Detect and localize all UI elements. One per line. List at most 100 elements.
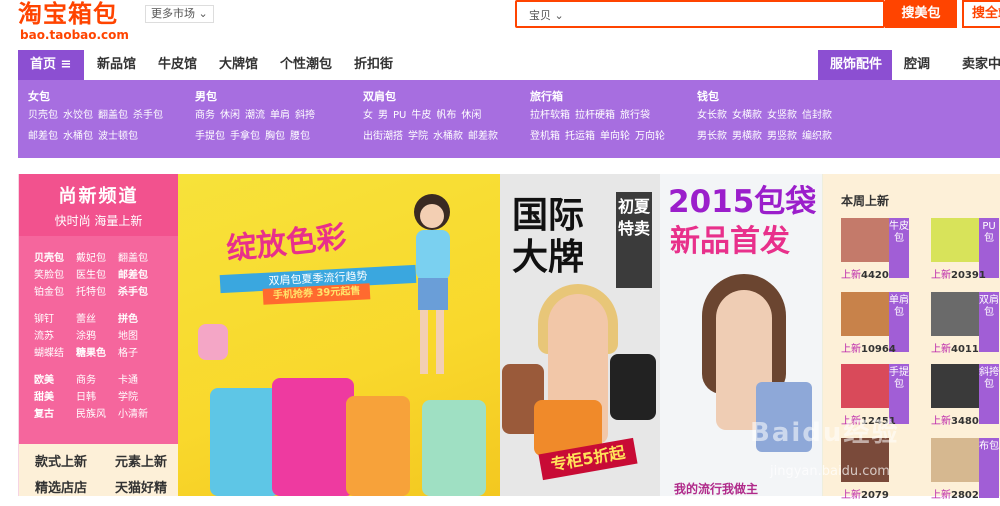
category-link[interactable]: 男 — [378, 110, 388, 121]
sidebar-tag[interactable]: 贝壳包 — [34, 250, 76, 267]
nav-apparel[interactable]: 服饰配件 — [818, 50, 892, 80]
product-image[interactable] — [931, 364, 979, 408]
category-link[interactable]: 帆布 — [436, 110, 456, 121]
banner-colors[interactable]: 绽放色彩 双肩包夏季流行趋势 手机抢券 39元起售 — [178, 174, 500, 496]
category-link[interactable]: 胸包 — [265, 131, 285, 142]
category-link[interactable]: 男横款 — [732, 131, 762, 142]
category-link[interactable]: 女 — [363, 110, 373, 121]
category-title[interactable]: 钱包 — [697, 88, 837, 106]
sidebar-tag[interactable]: 医生包 — [76, 267, 118, 284]
more-markets-dropdown[interactable]: 更多市场 ⌄ — [145, 5, 214, 23]
sidebar-tag[interactable]: 翻盖包 — [118, 250, 160, 267]
sidebar-tag[interactable]: 邮差包 — [118, 267, 160, 284]
category-link[interactable]: 水桶款 — [433, 131, 463, 142]
category-title[interactable]: 旅行箱 — [530, 88, 670, 106]
sidebar-tag[interactable]: 卡通 — [118, 372, 160, 389]
product-image[interactable] — [841, 292, 889, 336]
nav-item-new[interactable]: 新品馆 — [97, 50, 136, 80]
search-bags-button[interactable]: 搜美包 — [885, 0, 957, 28]
category-link[interactable]: 水桶包 — [63, 131, 93, 142]
search-input[interactable] — [577, 5, 877, 23]
nav-item-trendy[interactable]: 个性潮包 — [280, 50, 332, 80]
product-image[interactable] — [931, 438, 979, 482]
nav-item-brand[interactable]: 大牌馆 — [219, 50, 258, 80]
product-image[interactable] — [841, 364, 889, 408]
sidebar-tag[interactable]: 糖果色 — [76, 345, 118, 362]
category-title[interactable]: 双肩包 — [363, 88, 503, 106]
sidebar-tag[interactable]: 小清新 — [118, 406, 160, 423]
nav-item-leather[interactable]: 牛皮馆 — [158, 50, 197, 80]
category-link[interactable]: 信封款 — [802, 110, 832, 121]
sidebar-tag[interactable]: 铂金包 — [34, 284, 76, 301]
product-image[interactable] — [931, 218, 979, 262]
product-tile[interactable]: 双肩包 上新4011 — [931, 292, 1000, 360]
nav-seller-center[interactable]: 卖家中心 — [962, 50, 1000, 80]
nav-item-discount[interactable]: 折扣街 — [354, 50, 393, 80]
sidebar-tag[interactable]: 涂鸦 — [76, 328, 118, 345]
category-link[interactable]: 邮差包 — [28, 131, 58, 142]
sidebar-tag[interactable]: 复古 — [34, 406, 76, 423]
sidebar-tag[interactable]: 商务 — [76, 372, 118, 389]
category-link[interactable]: 男竖款 — [767, 131, 797, 142]
category-link[interactable]: 贝壳包 — [28, 110, 58, 121]
product-tile[interactable]: 牛皮包 上新4420 — [841, 218, 913, 286]
style-new-link[interactable]: 款式上新 — [35, 450, 115, 476]
category-link[interactable]: 水饺包 — [63, 110, 93, 121]
category-link[interactable]: 男长款 — [697, 131, 727, 142]
category-link[interactable]: 登机箱 — [530, 131, 560, 142]
sidebar-tag[interactable]: 托特包 — [76, 284, 118, 301]
category-link[interactable]: 潮流 — [245, 110, 265, 121]
category-title[interactable]: 女包 — [28, 88, 168, 106]
category-link[interactable]: 休闲 — [220, 110, 240, 121]
category-link[interactable]: 波士顿包 — [98, 131, 138, 142]
logo[interactable]: 淘宝箱包 bao.taobao.com — [18, 0, 129, 42]
category-link[interactable]: 休闲 — [461, 110, 481, 121]
category-link[interactable]: 拉杆软箱 — [530, 110, 570, 121]
sidebar-tag[interactable]: 地图 — [118, 328, 160, 345]
sidebar-tag[interactable]: 民族风 — [76, 406, 118, 423]
sidebar-tag[interactable]: 格子 — [118, 345, 160, 362]
category-link[interactable]: 杀手包 — [133, 110, 163, 121]
category-link[interactable]: 翻盖包 — [98, 110, 128, 121]
sidebar-tag[interactable]: 欧美 — [34, 372, 76, 389]
product-image[interactable] — [841, 218, 889, 262]
sidebar-tag[interactable]: 笑脸包 — [34, 267, 76, 284]
category-link[interactable]: 万向轮 — [635, 131, 665, 142]
product-tile[interactable]: PU包 上新20391 — [931, 218, 1000, 286]
category-link[interactable]: 单肩 — [270, 110, 290, 121]
sidebar-tag[interactable]: 铆钉 — [34, 311, 76, 328]
category-link[interactable]: 商务 — [195, 110, 215, 121]
product-image[interactable] — [931, 292, 979, 336]
category-link[interactable]: 腰包 — [290, 131, 310, 142]
banner-intl-brands[interactable]: 国际 大牌 初夏特卖 专柜5折起 — [500, 174, 660, 496]
category-link[interactable]: 手拿包 — [230, 131, 260, 142]
search-category-select[interactable]: 宝贝 ⌄ — [529, 7, 564, 23]
sidebar-tag[interactable]: 拼色 — [118, 311, 160, 328]
nav-qiangdiao[interactable]: 腔调 — [904, 50, 930, 80]
category-link[interactable]: 女横款 — [732, 110, 762, 121]
sidebar-tag[interactable]: 流苏 — [34, 328, 76, 345]
category-link[interactable]: 单向轮 — [600, 131, 630, 142]
category-link[interactable]: 编织款 — [802, 131, 832, 142]
search-all-button[interactable]: 搜全站 — [962, 0, 1000, 28]
sidebar-tag[interactable]: 日韩 — [76, 389, 118, 406]
nav-home[interactable]: 首页 ≡ — [18, 50, 84, 80]
category-link[interactable]: 斜挎 — [295, 110, 315, 121]
selected-shops-link[interactable]: 精选店店 — [35, 476, 115, 502]
category-title[interactable]: 男包 — [195, 88, 320, 106]
category-link[interactable]: 拉杆硬箱 — [575, 110, 615, 121]
sidebar-header[interactable]: 尚新频道 快时尚 海量上新 — [19, 174, 178, 236]
category-link[interactable]: 邮差款 — [468, 131, 498, 142]
sidebar-tag[interactable]: 蝴蝶结 — [34, 345, 76, 362]
category-link[interactable]: 手提包 — [195, 131, 225, 142]
category-link[interactable]: 出街潮搭 — [363, 131, 403, 142]
category-link[interactable]: 女长款 — [697, 110, 727, 121]
category-link[interactable]: 托运箱 — [565, 131, 595, 142]
sidebar-tag[interactable]: 戴妃包 — [76, 250, 118, 267]
category-link[interactable]: 旅行袋 — [620, 110, 650, 121]
category-link[interactable]: 女竖款 — [767, 110, 797, 121]
sidebar-tag[interactable]: 甜美 — [34, 389, 76, 406]
category-link[interactable]: 牛皮 — [411, 110, 431, 121]
product-tile[interactable]: 斜挎包 上新3480 — [931, 364, 1000, 432]
category-link[interactable]: PU — [393, 110, 406, 121]
